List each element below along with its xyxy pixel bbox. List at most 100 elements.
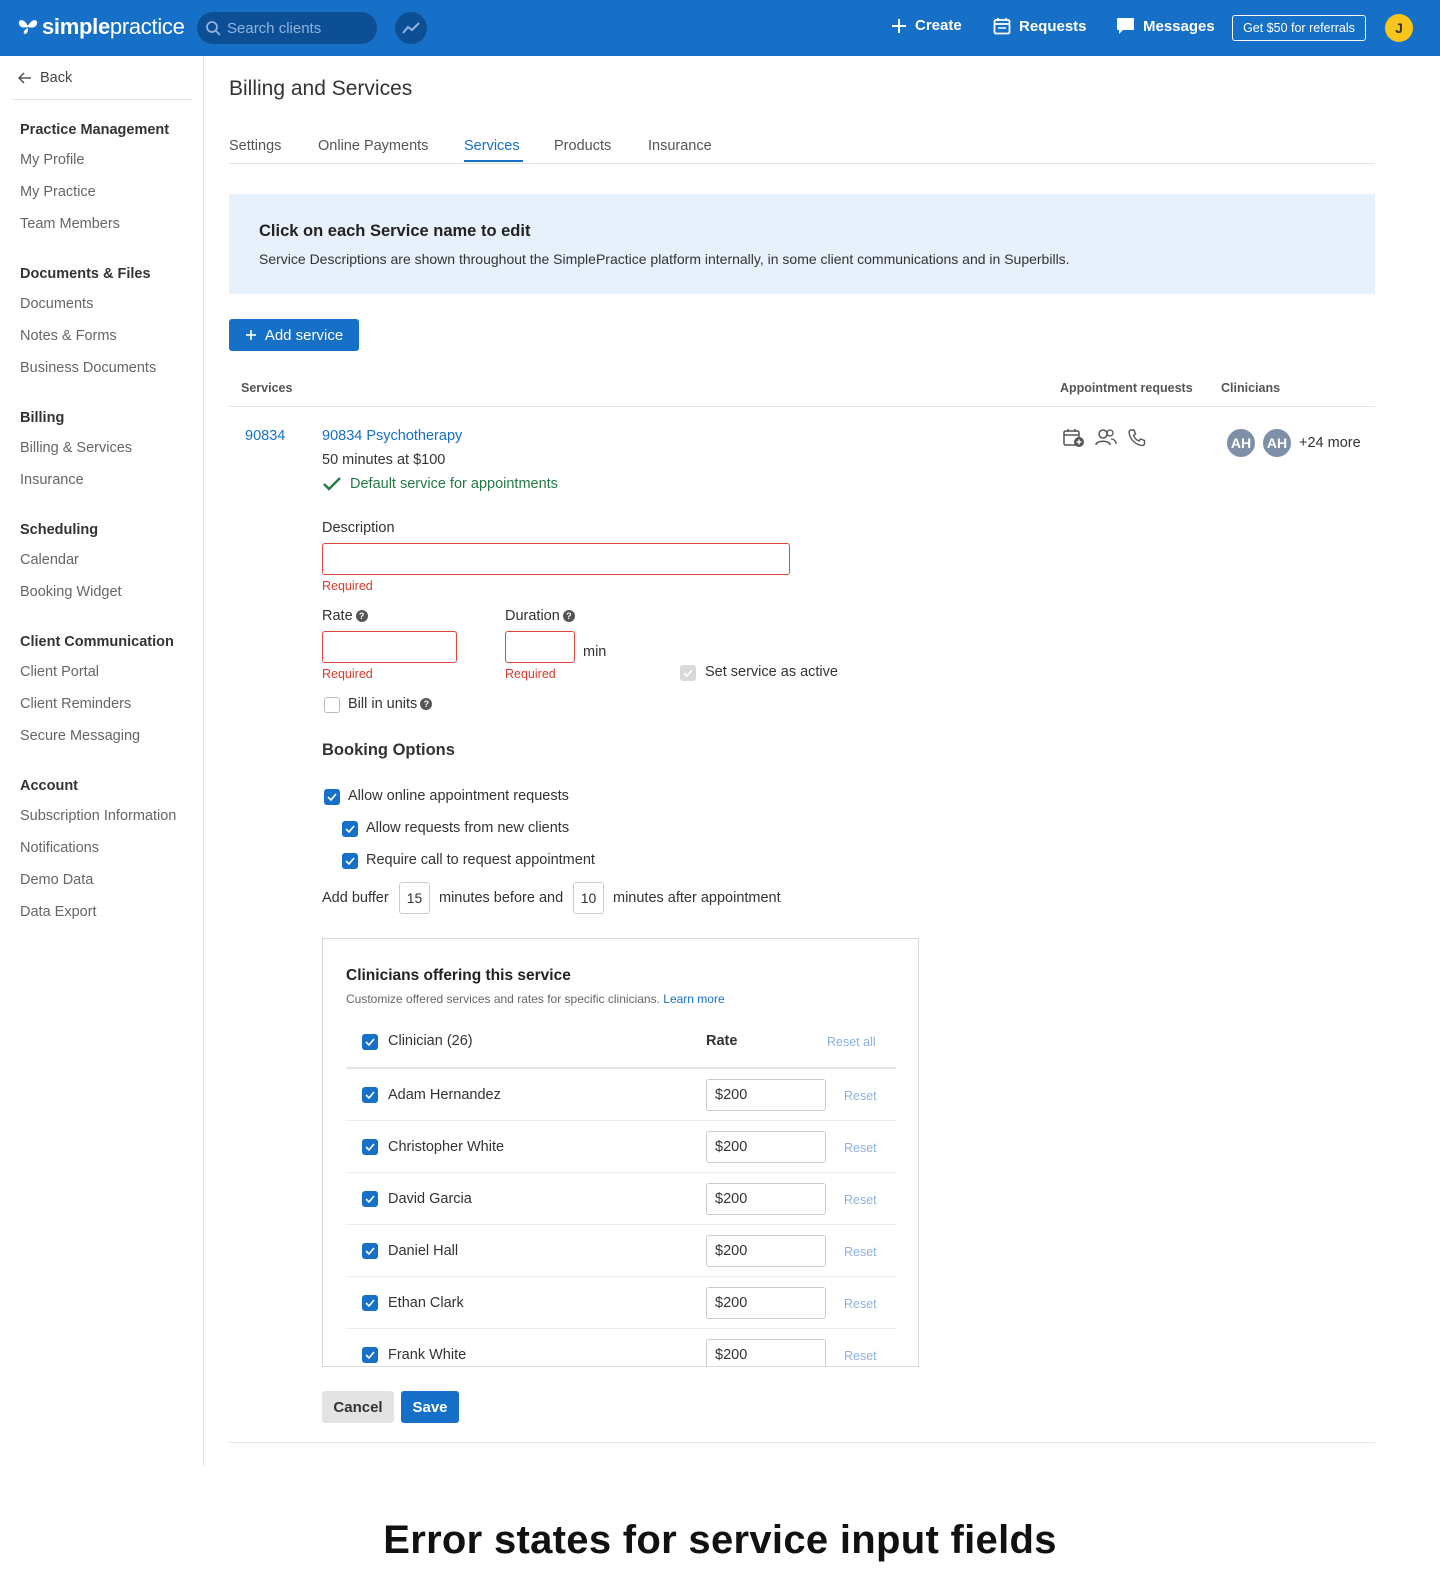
tab-products[interactable]: Products <box>554 138 611 154</box>
sidebar-item-booking-widget[interactable]: Booking Widget <box>20 584 122 600</box>
clinician-checkbox[interactable] <box>362 1087 378 1103</box>
clinician-checkbox[interactable] <box>362 1243 378 1259</box>
referral-button[interactable]: Get $50 for referrals <box>1232 15 1366 41</box>
cancel-button[interactable]: Cancel <box>322 1391 394 1423</box>
sidebar-item-client-portal[interactable]: Client Portal <box>20 664 99 680</box>
trend-chart-icon <box>402 22 420 34</box>
sidebar-heading-billing: Billing <box>20 410 65 426</box>
tab-settings[interactable]: Settings <box>229 138 281 154</box>
help-icon[interactable]: ? <box>355 610 368 622</box>
clinician-rate-input[interactable] <box>706 1339 826 1366</box>
sidebar-item-subscription-information[interactable]: Subscription Information <box>20 808 176 824</box>
clinician-rate-input[interactable] <box>706 1235 826 1267</box>
messages-button[interactable]: Messages <box>1116 17 1215 35</box>
buffer-after-input[interactable] <box>573 882 604 914</box>
client-search[interactable] <box>197 12 377 44</box>
tab-services[interactable]: Services <box>464 138 520 154</box>
clinician-rate-input[interactable] <box>706 1183 826 1215</box>
help-icon[interactable]: ? <box>562 610 575 622</box>
clinician-rate-input[interactable] <box>706 1079 826 1111</box>
table-header-divider <box>229 406 1375 407</box>
clinician-checkbox[interactable] <box>362 1347 378 1363</box>
help-icon[interactable]: ? <box>420 698 433 710</box>
sidebar-item-my-profile[interactable]: My Profile <box>20 152 84 168</box>
sidebar-heading-account: Account <box>20 778 78 794</box>
rate-input[interactable] <box>322 631 457 663</box>
simplepractice-logo[interactable]: simplepractice <box>18 14 185 40</box>
sidebar-item-data-export[interactable]: Data Export <box>20 904 97 920</box>
clinician-avatars[interactable]: AH AH +24 more <box>1225 427 1361 459</box>
tab-insurance[interactable]: Insurance <box>648 138 712 154</box>
clinician-reset-link[interactable]: Reset <box>844 1297 877 1311</box>
buffer-mid-label: minutes before and <box>439 890 564 906</box>
description-input[interactable] <box>322 543 790 575</box>
service-name-link[interactable]: 90834 Psychotherapy <box>322 428 462 444</box>
user-avatar[interactable]: J <box>1385 14 1413 42</box>
duration-input[interactable] <box>505 631 575 663</box>
clinician-name: David Garcia <box>388 1191 472 1207</box>
clinician-checkbox[interactable] <box>362 1295 378 1311</box>
clinician-rate-input[interactable] <box>706 1131 826 1163</box>
check-icon <box>365 1195 375 1203</box>
sidebar-divider <box>12 99 192 100</box>
search-input[interactable] <box>227 19 367 37</box>
bill-in-units-text: Bill in units <box>348 696 418 712</box>
tab-online-payments[interactable]: Online Payments <box>318 138 428 154</box>
buffer-before-input[interactable] <box>399 882 430 914</box>
sidebar-item-client-reminders[interactable]: Client Reminders <box>20 696 131 712</box>
check-icon <box>327 793 337 801</box>
sidebar-heading-scheduling: Scheduling <box>20 522 99 538</box>
service-code[interactable]: 90834 <box>245 428 285 444</box>
requests-button[interactable]: Requests <box>993 17 1087 35</box>
sidebar-item-insurance[interactable]: Insurance <box>20 472 84 488</box>
create-button[interactable]: Create <box>891 17 962 34</box>
back-link[interactable]: Back <box>18 70 72 86</box>
bill-in-units-checkbox[interactable] <box>324 697 340 713</box>
sidebar-item-secure-messaging[interactable]: Secure Messaging <box>20 728 140 744</box>
clinician-reset-link[interactable]: Reset <box>844 1141 877 1155</box>
clinicians-offering-panel: Clinicians offering this service Customi… <box>322 938 919 1367</box>
settings-sidebar: Back Practice Management My Profile My P… <box>0 56 204 1466</box>
set-active-checkbox[interactable] <box>680 665 696 681</box>
sidebar-item-demo-data[interactable]: Demo Data <box>20 872 93 888</box>
duration-required-error: Required <box>505 667 556 681</box>
buffer-suffix-label: minutes after appointment <box>613 890 781 906</box>
clinician-reset-link[interactable]: Reset <box>844 1349 877 1363</box>
clinician-checkbox[interactable] <box>362 1191 378 1207</box>
allow-online-requests-checkbox[interactable] <box>324 789 340 805</box>
clinician-reset-link[interactable]: Reset <box>844 1193 877 1207</box>
row-divider <box>346 1172 896 1173</box>
sidebar-item-business-documents[interactable]: Business Documents <box>20 360 156 376</box>
sidebar-item-team-members[interactable]: Team Members <box>20 216 120 232</box>
banner-title: Click on each Service name to edit <box>259 222 531 240</box>
rate-required-error: Required <box>322 667 373 681</box>
checkmark-icon <box>323 477 341 491</box>
reset-all-link[interactable]: Reset all <box>827 1035 876 1049</box>
select-all-clinicians-checkbox[interactable] <box>362 1034 378 1050</box>
add-service-button[interactable]: Add service <box>229 319 359 351</box>
clinician-checkbox[interactable] <box>362 1139 378 1155</box>
check-icon <box>365 1299 375 1307</box>
clinicians-panel-subtitle-text: Customize offered services and rates for… <box>346 992 660 1006</box>
sidebar-item-documents[interactable]: Documents <box>20 296 93 312</box>
clinician-rate-input[interactable] <box>706 1287 826 1319</box>
sidebar-item-my-practice[interactable]: My Practice <box>20 184 96 200</box>
require-call-checkbox[interactable] <box>342 853 358 869</box>
column-header-services: Services <box>241 381 293 395</box>
save-button[interactable]: Save <box>401 1391 459 1423</box>
clinician-reset-link[interactable]: Reset <box>844 1089 877 1103</box>
create-label: Create <box>915 17 962 34</box>
sidebar-item-notes-forms[interactable]: Notes & Forms <box>20 328 117 344</box>
more-clinicians-count: +24 more <box>1299 435 1361 451</box>
clinician-reset-link[interactable]: Reset <box>844 1245 877 1259</box>
allow-new-clients-checkbox[interactable] <box>342 821 358 837</box>
description-label: Description <box>322 520 395 536</box>
sidebar-item-calendar[interactable]: Calendar <box>20 552 79 568</box>
duration-label: Duration ? <box>505 608 575 624</box>
sidebar-item-billing-services[interactable]: Billing & Services <box>20 440 132 456</box>
plus-icon <box>245 330 256 340</box>
analytics-button[interactable] <box>395 12 427 44</box>
learn-more-link[interactable]: Learn more <box>663 992 724 1006</box>
sidebar-item-notifications[interactable]: Notifications <box>20 840 99 856</box>
sidebar-heading-documents-files: Documents & Files <box>20 266 151 282</box>
